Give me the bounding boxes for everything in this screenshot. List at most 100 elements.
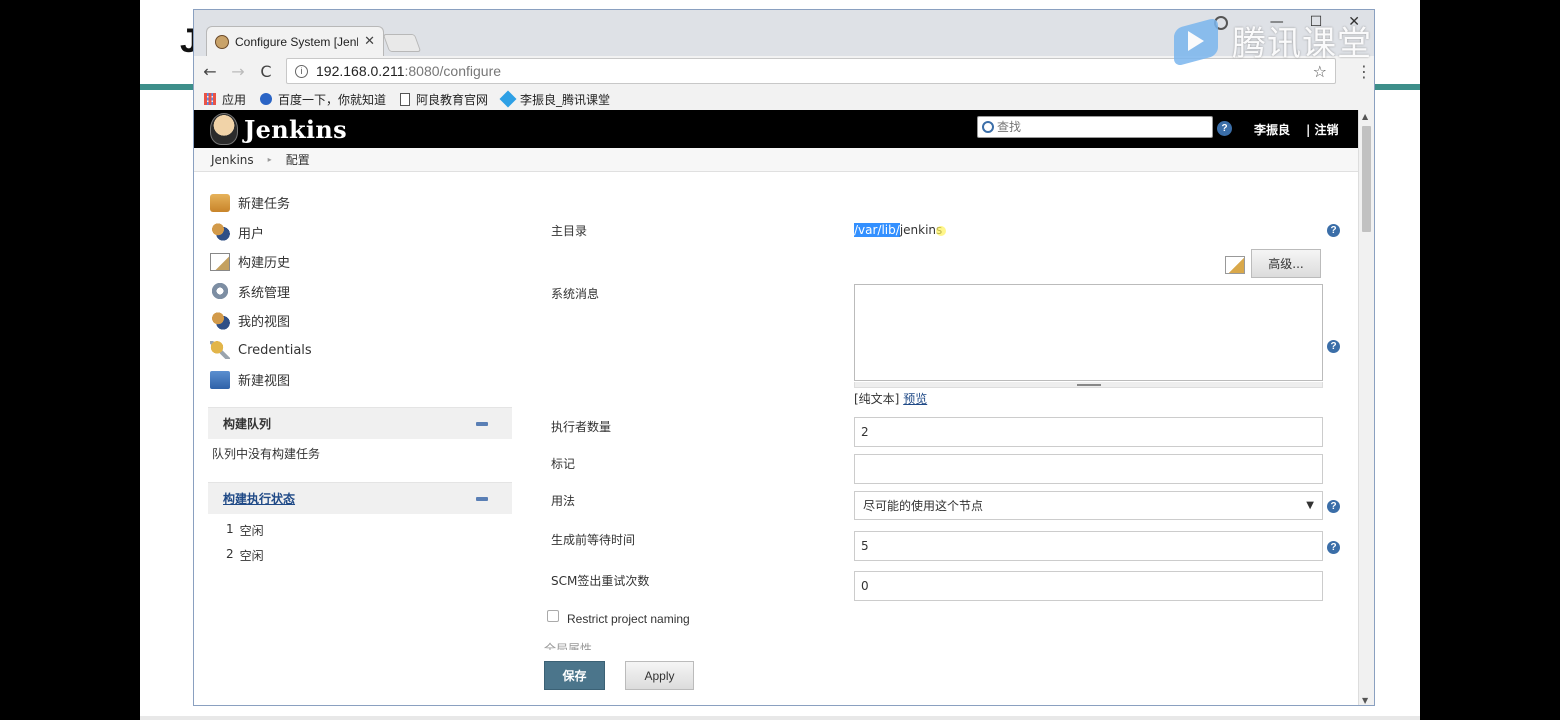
scroll-thumb[interactable] — [1362, 126, 1371, 232]
nav-label: 新建任务 — [238, 197, 291, 213]
system-message-textarea[interactable] — [854, 284, 1323, 381]
site-info-icon[interactable]: i — [295, 64, 308, 78]
bookmark-apps[interactable]: 应用 — [204, 91, 246, 108]
nav-new-view[interactable]: 新建视图 — [210, 365, 510, 395]
url-host: 192.168.0.211 — [316, 63, 405, 79]
nav-label: 我的视图 — [238, 315, 291, 331]
user-link[interactable]: 李振良 — [1254, 121, 1290, 138]
apply-button[interactable]: Apply — [625, 661, 694, 690]
restrict-naming-checkbox[interactable] — [547, 610, 559, 622]
home-dir-selection: /var/lib/ — [854, 223, 900, 237]
jenkins-butler-icon — [210, 113, 238, 145]
build-queue-panel: 构建队列 队列中没有构建任务 — [208, 407, 512, 462]
breadcrumb: Jenkins ▸ 配置 — [194, 148, 1360, 172]
search-icon — [982, 121, 994, 133]
collapse-executors-icon[interactable] — [476, 496, 488, 501]
collapse-build-queue-icon[interactable] — [476, 421, 488, 426]
jenkins-header: Jenkins ? 李振良 | 注销 — [194, 110, 1360, 148]
help-system-message-icon[interactable]: ? — [1326, 339, 1341, 354]
executor-number: 2 — [226, 547, 234, 561]
baidu-paw-icon — [260, 93, 273, 105]
users-icon — [210, 223, 230, 242]
scm-retry-input[interactable] — [854, 571, 1323, 601]
quiet-period-input[interactable] — [854, 531, 1323, 561]
executor-number: 1 — [226, 522, 234, 536]
new-tab-button[interactable] — [382, 34, 422, 52]
usage-selected-value: 尽可能的使用这个节点 — [863, 499, 984, 513]
save-button[interactable]: 保存 — [544, 661, 605, 690]
executor-status: 空闲 — [239, 524, 264, 538]
jenkins-logo[interactable]: Jenkins — [210, 113, 347, 145]
search-input[interactable] — [997, 120, 1197, 134]
executors-panel: 构建执行状态 1 空闲 2 空闲 — [208, 482, 512, 568]
apps-grid-icon — [204, 93, 216, 105]
tab-configure-system[interactable]: Configure System [Jenkins] ✕ — [206, 26, 384, 56]
breadcrumb-configure[interactable]: 配置 — [286, 151, 310, 168]
new-task-icon — [210, 193, 230, 212]
build-queue-empty: 队列中没有构建任务 — [212, 447, 321, 461]
textarea-resize-handle[interactable] — [854, 382, 1323, 388]
executors-title[interactable]: 构建执行状态 — [223, 490, 295, 507]
jenkins-page: Jenkins ? 李振良 | 注销 Jenkins ▸ 配置 新建任务 用户 — [194, 110, 1360, 705]
scroll-down-arrow-icon[interactable]: ▼ — [1362, 696, 1368, 705]
jenkins-favicon-icon — [215, 34, 229, 49]
quiet-period-label: 生成前等待时间 — [551, 533, 636, 547]
tencent-classroom-watermark: 腾讯课堂 — [1170, 16, 1372, 65]
bookmark-label: 阿良教育官网 — [416, 92, 489, 107]
home-dir-value: /var/lib/jenkins — [854, 223, 947, 237]
preview-link[interactable]: 预览 — [903, 392, 927, 406]
nav-label: 用户 — [238, 226, 265, 242]
scroll-up-arrow-icon[interactable]: ▲ — [1362, 112, 1368, 121]
nav-label: 构建历史 — [238, 256, 291, 272]
nav-label: 系统管理 — [238, 285, 291, 301]
help-usage-icon[interactable]: ? — [1326, 499, 1341, 514]
page-icon — [400, 92, 411, 106]
help-home-dir-icon[interactable]: ? — [1326, 223, 1341, 238]
bookmarks-bar: 应用 百度一下，你就知道 阿良教育官网 李振良_腾讯课堂 — [194, 88, 1374, 110]
scm-retry-label: SCM签出重试次数 — [551, 574, 650, 588]
bookmark-label: 百度一下，你就知道 — [278, 92, 387, 107]
nav-manage-jenkins[interactable]: 系统管理 — [210, 277, 510, 307]
close-tab-icon[interactable]: ✕ — [364, 34, 375, 49]
executors-header[interactable]: 构建执行状态 — [208, 482, 512, 514]
tencent-gem-icon — [499, 90, 517, 108]
breadcrumb-jenkins[interactable]: Jenkins — [211, 153, 254, 167]
my-views-icon — [210, 311, 230, 330]
bookmark-label: 李振良_腾讯课堂 — [520, 92, 611, 107]
help-quiet-period-icon[interactable]: ? — [1326, 540, 1341, 555]
credentials-key-icon — [210, 341, 230, 360]
usage-label: 用法 — [551, 494, 576, 508]
reload-button[interactable]: C — [258, 62, 274, 81]
bookmark-tencent[interactable]: 李振良_腾讯课堂 — [499, 90, 611, 108]
labels-input[interactable] — [854, 454, 1323, 484]
system-message-label: 系统消息 — [551, 287, 600, 301]
executor-row: 1 空闲 — [212, 518, 512, 543]
nav-new-task[interactable]: 新建任务 — [210, 188, 510, 218]
forward-button[interactable]: → — [230, 62, 246, 81]
nav-label: 新建视图 — [238, 374, 291, 390]
usage-select[interactable]: 尽可能的使用这个节点 ▼ — [854, 491, 1323, 520]
page-scrollbar[interactable]: ▲ ▼ — [1358, 110, 1374, 705]
search-help-icon[interactable]: ? — [1217, 121, 1232, 136]
back-button[interactable]: ← — [202, 62, 218, 81]
tab-title: Configure System [Jenkins] — [235, 34, 358, 49]
url-text: 192.168.0.211:8080/configure — [316, 63, 1305, 79]
bookmark-label: 应用 — [222, 92, 247, 107]
gear-icon — [210, 282, 230, 301]
dropdown-caret-icon: ▼ — [1306, 500, 1314, 511]
logout-link[interactable]: | 注销 — [1306, 121, 1339, 138]
browser-window: Configure System [Jenkins] ✕ — ☐ ✕ ← → C… — [193, 9, 1375, 706]
home-dir-label: 主目录 — [551, 224, 588, 238]
nav-credentials[interactable]: Credentials — [210, 336, 510, 366]
nav-build-history[interactable]: 构建历史 — [210, 247, 510, 277]
jenkins-title: Jenkins — [244, 114, 347, 144]
breadcrumb-separator-icon[interactable]: ▸ — [268, 155, 272, 164]
bookmark-baidu[interactable]: 百度一下，你就知道 — [260, 91, 386, 108]
nav-users[interactable]: 用户 — [210, 218, 510, 248]
mouse-cursor-highlight — [936, 225, 947, 236]
bookmark-aliang[interactable]: 阿良教育官网 — [400, 91, 488, 108]
nav-my-views[interactable]: 我的视图 — [210, 306, 510, 336]
advanced-button[interactable]: 高级... — [1251, 249, 1321, 278]
build-queue-header: 构建队列 — [208, 407, 512, 439]
executors-count-input[interactable] — [854, 417, 1323, 447]
